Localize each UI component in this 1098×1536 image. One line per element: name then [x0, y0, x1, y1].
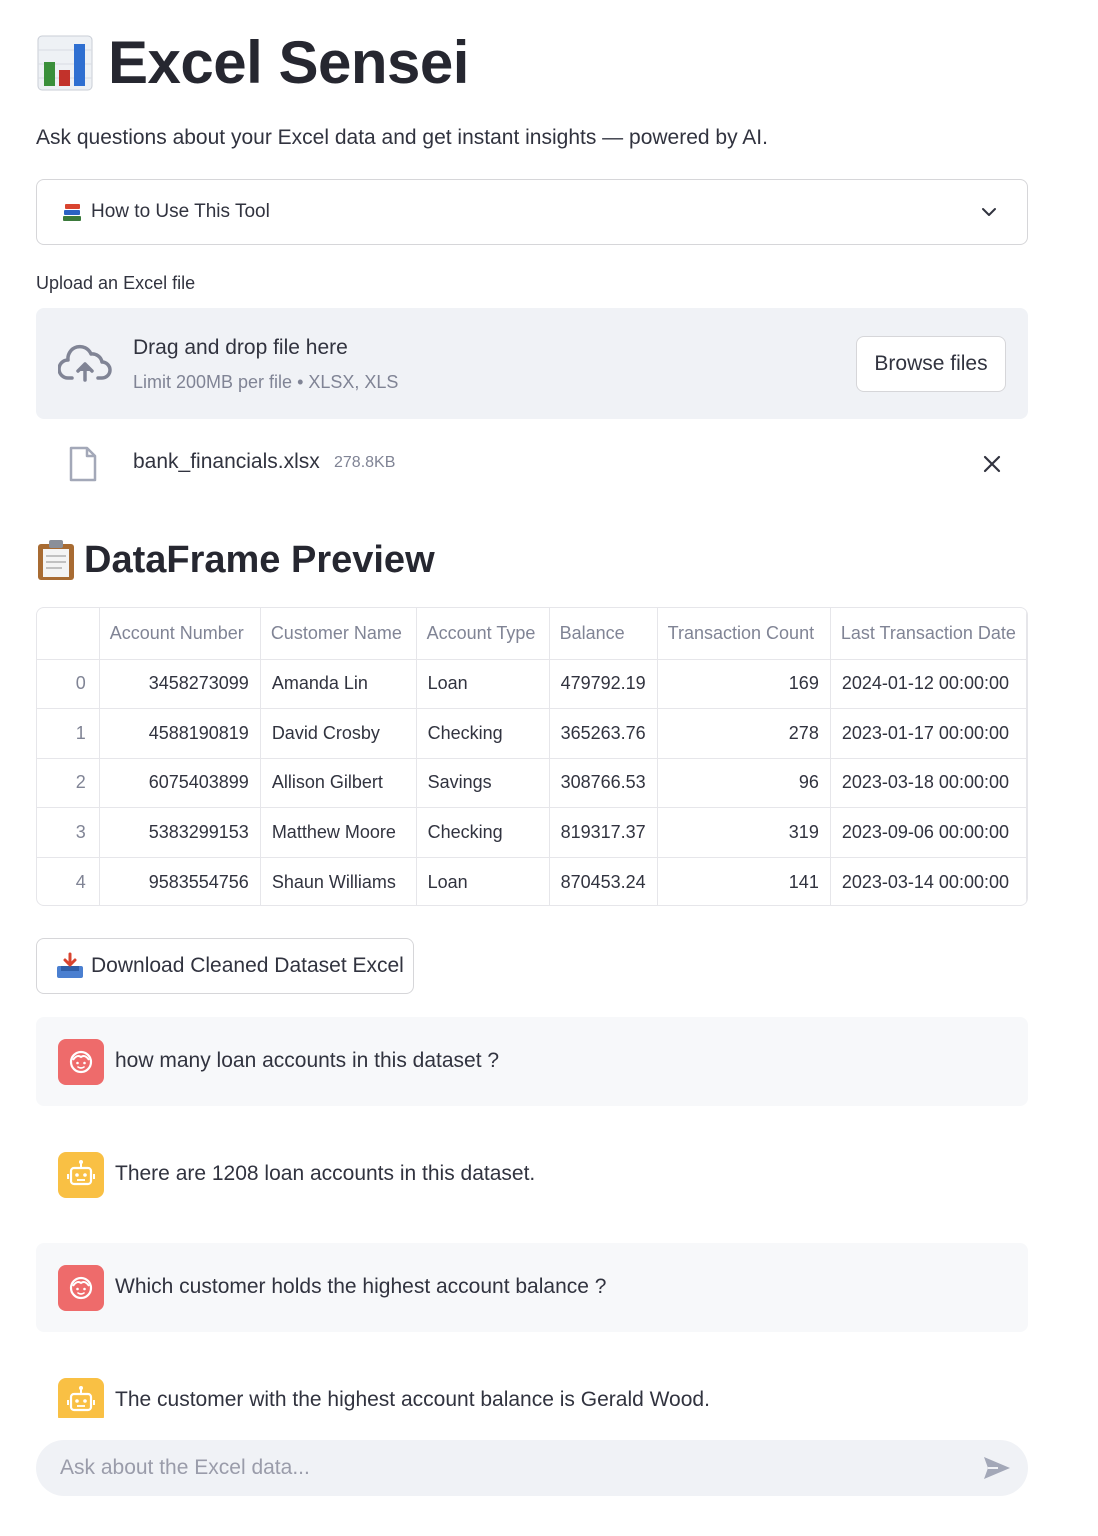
cell-last-transaction-date[interactable]: 2023-01-17 00:00:00	[830, 708, 1027, 759]
browse-files-button[interactable]: Browse files	[856, 336, 1006, 392]
table-row: 4 9583554756 Shaun Williams Loan 870453.…	[37, 857, 1027, 905]
close-icon[interactable]	[982, 454, 1002, 474]
preview-header: DataFrame Preview	[36, 538, 435, 582]
chat-input-bar	[36, 1440, 1028, 1496]
file-size: 278.8KB	[334, 454, 396, 471]
cell-account-number[interactable]: 4588190819	[99, 708, 261, 759]
cell-account-type[interactable]: Savings	[416, 758, 550, 808]
column-header-last-transaction-date[interactable]: Last Transaction Date	[830, 608, 1027, 660]
download-button-label: Download Cleaned Dataset Excel	[91, 954, 404, 977]
cell-balance[interactable]: 870453.24	[549, 857, 658, 905]
cell-last-transaction-date[interactable]: 2023-09-06 00:00:00	[830, 807, 1027, 858]
dataframe-table[interactable]: Account Number Customer Name Account Typ…	[36, 607, 1028, 906]
cloud-upload-icon	[57, 342, 112, 384]
cell-customer-name[interactable]: Shaun Williams	[260, 857, 417, 905]
chat-message-assistant: The customer with the highest account ba…	[36, 1356, 1028, 1418]
file-name: bank_financials.xlsx	[133, 450, 320, 473]
chevron-down-icon[interactable]	[979, 202, 999, 222]
chat-message-text: how many loan accounts in this dataset ?	[115, 1049, 500, 1072]
cell-last-transaction-date[interactable]: 2023-03-18 00:00:00	[830, 758, 1027, 808]
app-header: Excel Sensei	[36, 28, 469, 97]
cell-account-type[interactable]: Checking	[416, 708, 550, 759]
cell-customer-name[interactable]: Allison Gilbert	[260, 758, 417, 808]
robot-avatar-icon	[58, 1152, 104, 1198]
cell-account-type[interactable]: Loan	[416, 659, 550, 709]
cell-account-number[interactable]: 9583554756	[99, 857, 261, 905]
column-header-index[interactable]	[37, 608, 100, 660]
page-subtitle: Ask questions about your Excel data and …	[36, 126, 768, 149]
cell-account-number[interactable]: 3458273099	[99, 659, 261, 709]
cell-balance[interactable]: 365263.76	[549, 708, 658, 759]
row-index[interactable]: 4	[37, 857, 100, 905]
cell-account-number[interactable]: 5383299153	[99, 807, 261, 858]
cell-customer-name[interactable]: Amanda Lin	[260, 659, 417, 709]
cell-balance[interactable]: 308766.53	[549, 758, 658, 808]
dropzone-title: Drag and drop file here	[133, 336, 348, 359]
bar-chart-emoji-icon	[36, 34, 94, 92]
inbox-tray-emoji-icon	[55, 952, 85, 980]
user-avatar-icon	[58, 1265, 104, 1311]
cell-transaction-count[interactable]: 96	[657, 758, 831, 808]
upload-label: Upload an Excel file	[36, 273, 196, 293]
dropzone-limit: Limit 200MB per file • XLSX, XLS	[133, 372, 399, 392]
table-row: 2 6075403899 Allison Gilbert Savings 308…	[37, 758, 1027, 808]
column-header-account-type[interactable]: Account Type	[416, 608, 550, 660]
send-icon[interactable]	[982, 1454, 1012, 1482]
cell-account-type[interactable]: Checking	[416, 807, 550, 858]
cell-balance[interactable]: 479792.19	[549, 659, 658, 709]
table-row: 0 3458273099 Amanda Lin Loan 479792.19 1…	[37, 659, 1027, 709]
column-header-customer-name[interactable]: Customer Name	[260, 608, 417, 660]
chat-message-user: Which customer holds the highest account…	[36, 1243, 1028, 1332]
chat-input[interactable]	[36, 1440, 956, 1496]
chat-message-assistant: There are 1208 loan accounts in this dat…	[36, 1130, 1028, 1219]
column-header-account-number[interactable]: Account Number	[99, 608, 261, 660]
chat-message-text: Which customer holds the highest account…	[115, 1275, 607, 1298]
cell-account-number[interactable]: 6075403899	[99, 758, 261, 808]
chat-message-user: how many loan accounts in this dataset ?	[36, 1017, 1028, 1106]
table-header-row: Account Number Customer Name Account Typ…	[37, 608, 1027, 660]
robot-avatar-icon	[58, 1378, 104, 1418]
chat-message-text: There are 1208 loan accounts in this dat…	[115, 1162, 536, 1185]
download-cleaned-dataset-button[interactable]: Download Cleaned Dataset Excel	[36, 938, 414, 994]
file-dropzone[interactable]: Drag and drop file here Limit 200MB per …	[36, 308, 1028, 419]
row-index[interactable]: 3	[37, 807, 100, 858]
cell-balance[interactable]: 819317.37	[549, 807, 658, 858]
cell-account-type[interactable]: Loan	[416, 857, 550, 905]
books-emoji-icon	[61, 201, 83, 223]
how-to-use-expander[interactable]: How to Use This Tool	[36, 179, 1028, 245]
row-index[interactable]: 2	[37, 758, 100, 808]
cell-customer-name[interactable]: Matthew Moore	[260, 807, 417, 858]
cell-transaction-count[interactable]: 278	[657, 708, 831, 759]
cell-customer-name[interactable]: David Crosby	[260, 708, 417, 759]
cell-last-transaction-date[interactable]: 2023-03-14 00:00:00	[830, 857, 1027, 905]
row-index[interactable]: 1	[37, 708, 100, 759]
chat-message-text: The customer with the highest account ba…	[115, 1388, 710, 1411]
column-header-transaction-count[interactable]: Transaction Count	[657, 608, 831, 660]
cell-last-transaction-date[interactable]: 2024-01-12 00:00:00	[830, 659, 1027, 709]
user-avatar-icon	[58, 1039, 104, 1085]
cell-transaction-count[interactable]: 169	[657, 659, 831, 709]
cell-transaction-count[interactable]: 141	[657, 857, 831, 905]
page-title: Excel Sensei	[108, 29, 469, 96]
cell-transaction-count[interactable]: 319	[657, 807, 831, 858]
table-row: 1 4588190819 David Crosby Checking 36526…	[37, 708, 1027, 759]
file-icon	[68, 446, 98, 482]
preview-title: DataFrame Preview	[84, 538, 435, 581]
clipboard-emoji-icon	[36, 538, 76, 582]
column-header-balance[interactable]: Balance	[549, 608, 658, 660]
table-row: 3 5383299153 Matthew Moore Checking 8193…	[37, 807, 1027, 858]
uploaded-file: bank_financials.xlsx 278.8KB	[36, 440, 1028, 490]
expander-label: How to Use This Tool	[91, 201, 270, 222]
row-index[interactable]: 0	[37, 659, 100, 709]
